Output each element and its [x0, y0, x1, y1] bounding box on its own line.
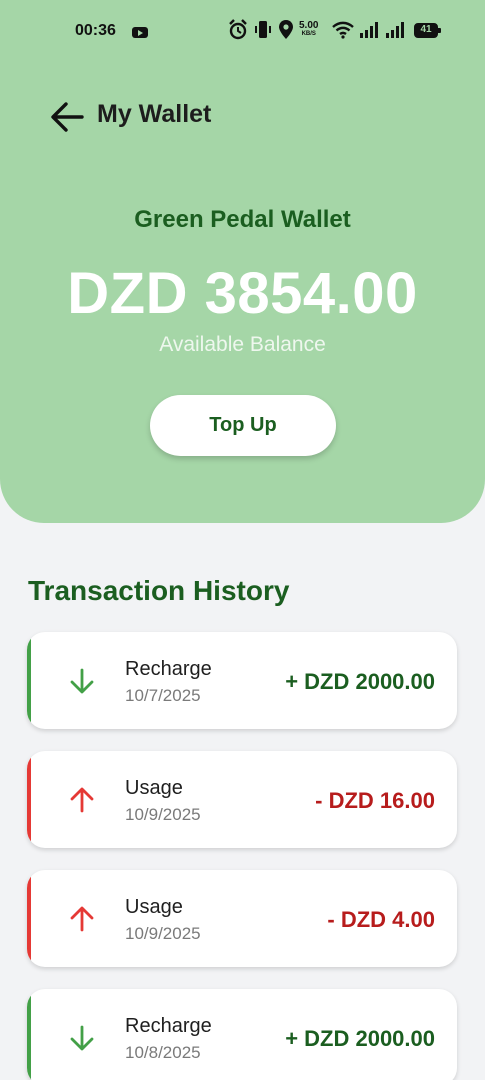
arrow-left-icon[interactable]	[48, 98, 88, 136]
status-time: 00:36	[75, 22, 116, 39]
signal-icon	[360, 22, 378, 38]
back-button[interactable]	[48, 98, 88, 136]
transaction-amount: - DZD 4.00	[327, 907, 435, 932]
battery-level: 41	[420, 24, 432, 35]
transaction-row[interactable]: Usage 10/9/2025 - DZD 16.00	[27, 751, 457, 848]
transaction-amount: - DZD 16.00	[315, 788, 435, 813]
transaction-amount: + DZD 2000.00	[285, 669, 435, 694]
arrow-down-icon	[70, 1025, 94, 1051]
transaction-type: Usage	[125, 777, 183, 799]
network-speed-value: 5.00	[299, 20, 319, 31]
arrow-up-icon	[70, 787, 94, 813]
page-title: My Wallet	[97, 100, 212, 128]
wifi-icon	[332, 21, 354, 39]
network-speed: 5.00 KB/S	[299, 21, 318, 38]
transaction-date: 10/8/2025	[125, 1043, 201, 1062]
location-icon	[279, 20, 293, 39]
transaction-row[interactable]: Recharge 10/7/2025 + DZD 2000.00	[27, 632, 457, 729]
vibrate-icon	[255, 21, 271, 38]
history-title: Transaction History	[28, 575, 290, 606]
transaction-row[interactable]: Recharge 10/8/2025 + DZD 2000.00	[27, 989, 457, 1080]
transaction-date: 10/9/2025	[125, 924, 201, 943]
arrow-up-icon	[70, 906, 94, 932]
balance-label: Available Balance	[159, 333, 326, 356]
transaction-type: Usage	[125, 896, 183, 918]
battery-icon: 41	[414, 23, 441, 38]
transaction-type: Recharge	[125, 1015, 212, 1037]
transaction-date: 10/7/2025	[125, 686, 201, 705]
signal-icon	[386, 22, 404, 38]
transaction-type: Recharge	[125, 658, 212, 680]
top-up-button[interactable]: Top Up	[150, 395, 336, 456]
transaction-amount: + DZD 2000.00	[285, 1026, 435, 1051]
status-bar: 00:36 5.00 KB/S 41	[0, 0, 485, 64]
network-speed-unit: KB/S	[301, 31, 316, 37]
wallet-balance: DZD 3854.00	[67, 261, 418, 326]
transaction-row[interactable]: Usage 10/9/2025 - DZD 4.00	[27, 870, 457, 967]
alarm-icon	[229, 19, 247, 40]
wallet-name: Green Pedal Wallet	[134, 206, 351, 233]
wallet-header: 00:36 5.00 KB/S 41 My Wallet Green Pedal…	[0, 0, 485, 523]
youtube-notification-icon	[132, 27, 148, 38]
transaction-date: 10/9/2025	[125, 805, 201, 824]
arrow-down-icon	[70, 668, 94, 694]
wallet-screen: 00:36 5.00 KB/S 41 My Wallet Green Pedal…	[0, 0, 485, 1080]
